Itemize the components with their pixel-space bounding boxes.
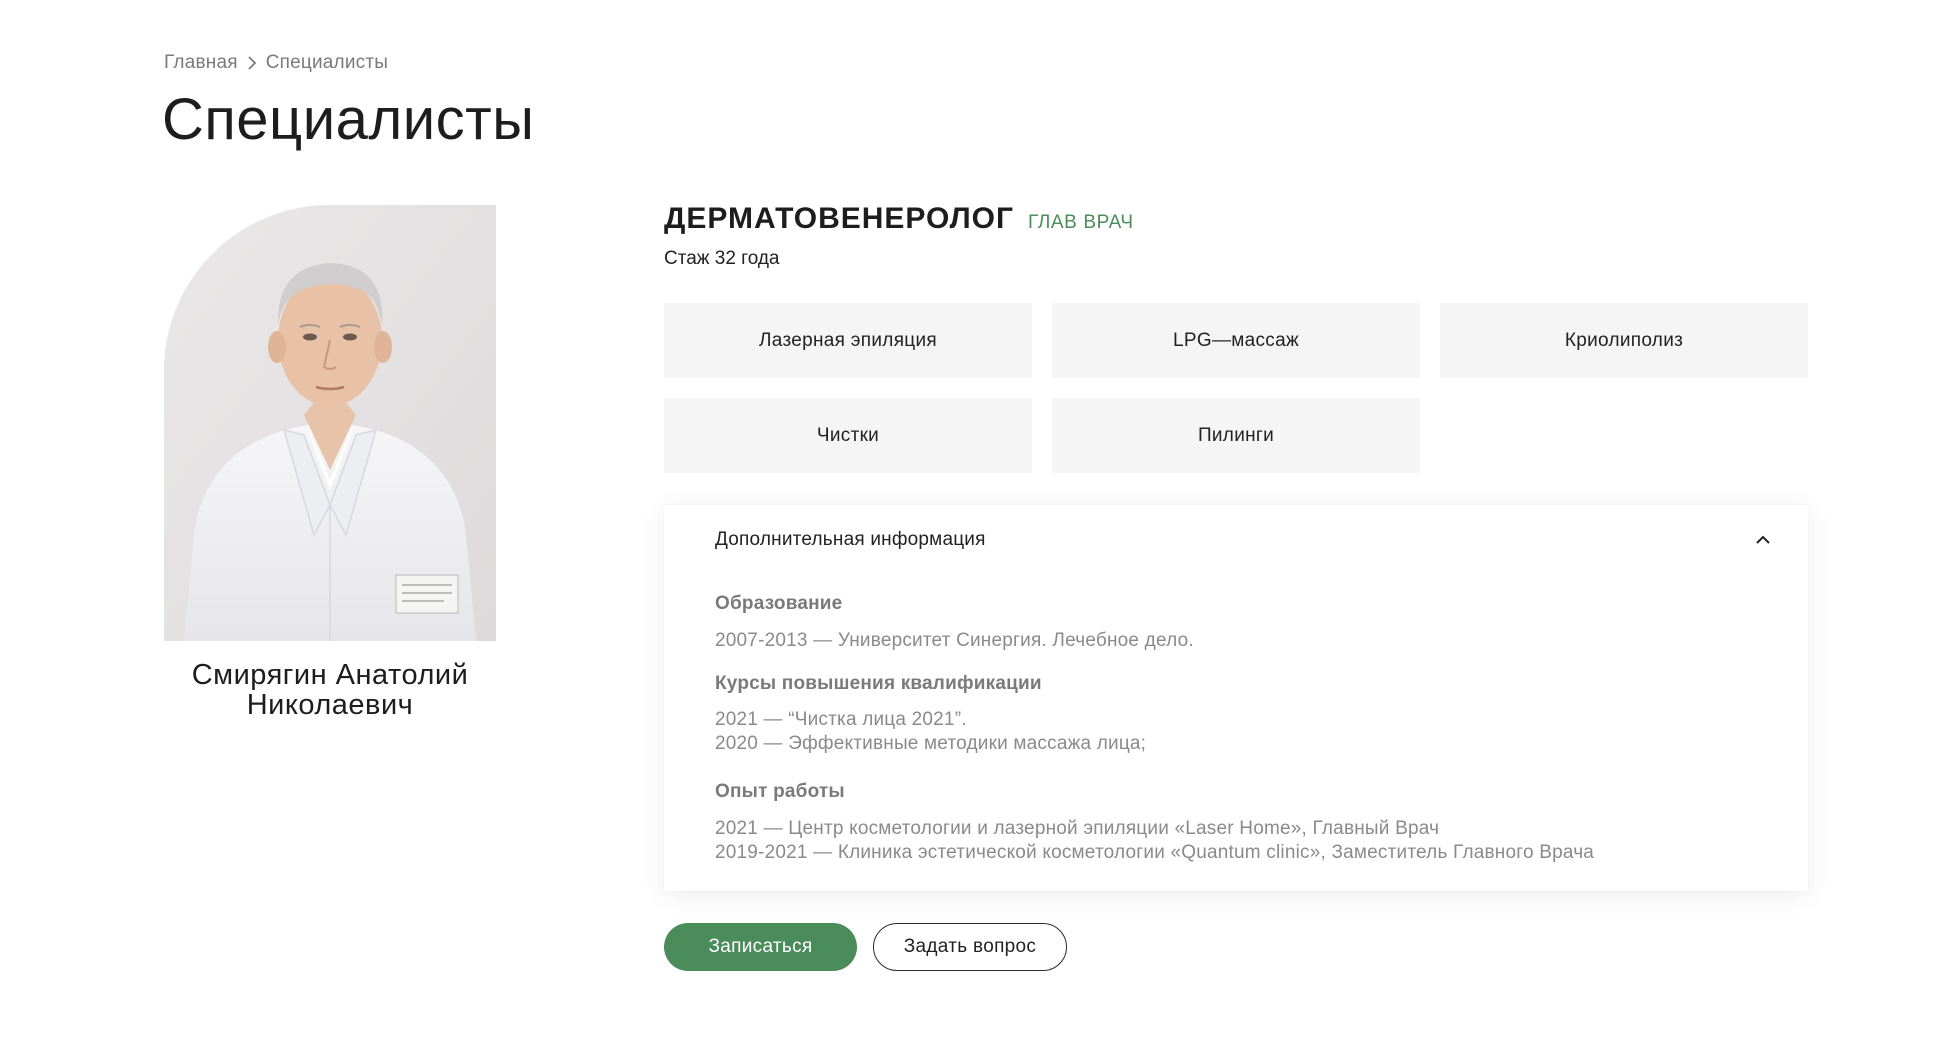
work-line: 2021 — Центр косметологии и лазерной эпи… bbox=[715, 818, 1440, 839]
specialty-row: ДЕРМАТОВЕНЕРОЛОГ ГЛАВ ВРАЧ bbox=[664, 202, 1134, 236]
breadcrumb-current: Специалисты bbox=[265, 52, 389, 73]
service-tag-laser-epilation[interactable]: Лазерная эпиляция bbox=[664, 303, 1032, 378]
accordion-title: Дополнительная информация bbox=[715, 529, 986, 550]
services-grid: Лазерная эпиляция LPG—массаж Криолиполиз… bbox=[664, 303, 1808, 473]
additional-info-accordion: Дополнительная информация Образование 20… bbox=[664, 505, 1808, 891]
page-title: Специалисты bbox=[162, 87, 535, 152]
courses-line: 2021 — “Чистка лица 2021”. bbox=[715, 709, 967, 730]
breadcrumb-home-link[interactable]: Главная bbox=[164, 52, 238, 74]
doctor-name-line2: Николаевич bbox=[246, 689, 414, 721]
courses-line: 2020 — Эффективные методики массажа лица… bbox=[715, 733, 1147, 754]
doctor-name: Смирягин Анатолий Николаевич bbox=[164, 660, 496, 720]
education-line: 2007-2013 — Университет Синергия. Лечебн… bbox=[715, 630, 1194, 651]
breadcrumb: Главная Специалисты bbox=[164, 52, 388, 74]
accordion-header[interactable]: Дополнительная информация bbox=[715, 529, 1772, 551]
specialty-title: ДЕРМАТОВЕНЕРОЛОГ bbox=[664, 202, 1015, 235]
education-title: Образование bbox=[715, 593, 843, 614]
courses-title: Курсы повышения квалификации bbox=[715, 673, 1042, 694]
service-tag-peeling[interactable]: Пилинги bbox=[1052, 398, 1420, 473]
specialist-page: Главная Специалисты Специалисты Смирягин… bbox=[0, 0, 1958, 1054]
position-badge: ГЛАВ ВРАЧ bbox=[1028, 212, 1134, 233]
ask-question-button[interactable]: Задать вопрос bbox=[873, 923, 1067, 971]
chevron-right-icon bbox=[246, 55, 258, 71]
experience-text: Стаж 32 года bbox=[664, 248, 780, 269]
doctor-photo bbox=[164, 205, 496, 641]
service-tag-lpg-massage[interactable]: LPG—массаж bbox=[1052, 303, 1420, 378]
doctor-name-line1: Смирягин Анатолий bbox=[191, 659, 469, 691]
service-tag-cryolipolysis[interactable]: Криолиполиз bbox=[1440, 303, 1808, 378]
chevron-up-icon[interactable] bbox=[1754, 534, 1772, 546]
book-appointment-button[interactable]: Записаться bbox=[664, 923, 857, 971]
work-title: Опыт работы bbox=[715, 781, 845, 802]
work-line: 2019-2021 — Клиника эстетической космето… bbox=[715, 842, 1595, 863]
service-tag-cleaning[interactable]: Чистки bbox=[664, 398, 1032, 473]
